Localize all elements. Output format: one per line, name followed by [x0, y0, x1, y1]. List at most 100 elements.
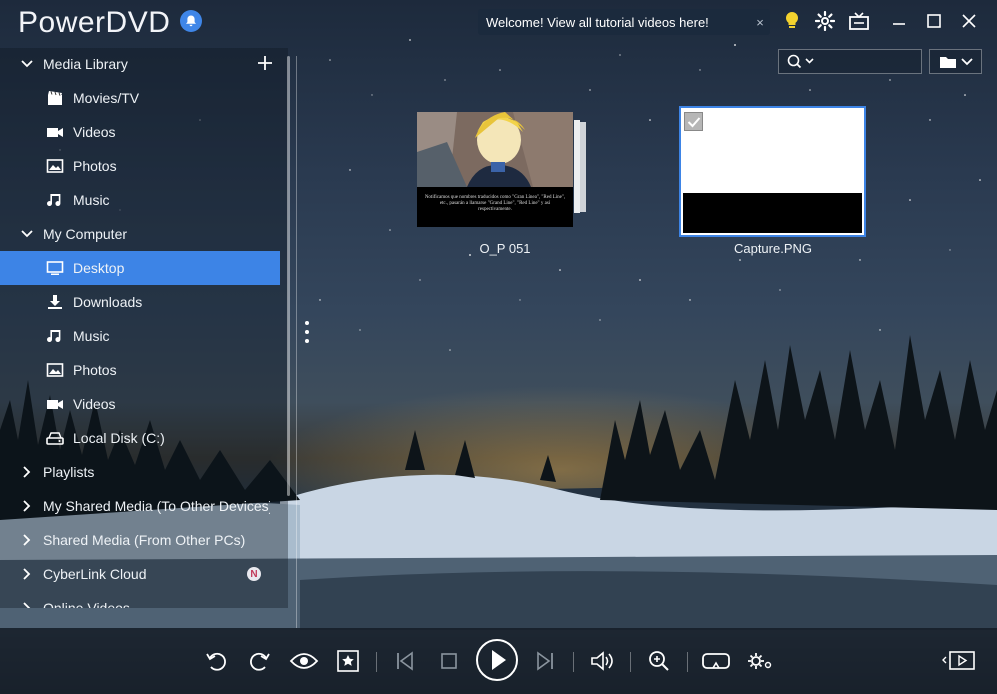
- sidebar-my-computer[interactable]: My Computer: [0, 217, 280, 251]
- zoom-icon[interactable]: [644, 646, 674, 676]
- rotate-left-icon[interactable]: [201, 646, 231, 676]
- sidebar-item-label[interactable]: Videos: [73, 124, 116, 140]
- stop-icon[interactable]: [434, 646, 464, 676]
- settings-icon[interactable]: [745, 646, 775, 676]
- sidebar-item-music[interactable]: Music: [0, 319, 280, 353]
- powerdvd-window: PowerDVD Welcome! View all tutorial vide…: [0, 0, 997, 694]
- tile-label[interactable]: Capture.PNG: [713, 241, 833, 256]
- sidebar-item-label[interactable]: Photos: [73, 158, 117, 174]
- photo-icon: [46, 363, 64, 377]
- mini-player-icon[interactable]: [940, 646, 978, 676]
- volume-icon[interactable]: [587, 646, 617, 676]
- resize-handle-icon[interactable]: [304, 320, 310, 344]
- player-controls: [0, 628, 997, 694]
- separator: [687, 652, 688, 672]
- checkbox-checked[interactable]: [684, 112, 703, 131]
- search-box[interactable]: [778, 49, 922, 74]
- sidebar-media-library[interactable]: Media Library: [0, 48, 280, 81]
- chevron-right-icon[interactable]: [20, 601, 34, 608]
- movies-icon: [48, 91, 62, 105]
- sidebar-section-label[interactable]: My Shared Media (To Other Devices): [43, 498, 270, 514]
- chevron-right-icon[interactable]: [20, 465, 34, 479]
- separator: [376, 652, 377, 672]
- sidebar-item-label[interactable]: Music: [73, 328, 110, 344]
- sidebar-section-label[interactable]: Playlists: [43, 464, 94, 480]
- music-icon: [47, 330, 61, 343]
- sidebar-item-local-disk[interactable]: Local Disk (C:): [0, 421, 280, 455]
- tutorial-close-icon[interactable]: ×: [750, 15, 770, 30]
- app-title: PowerDVD: [18, 6, 171, 39]
- disk-icon: [46, 432, 64, 445]
- separator: [630, 652, 631, 672]
- download-icon: [48, 295, 62, 309]
- sidebar-item-music[interactable]: Music: [0, 183, 280, 217]
- sidebar-section-label[interactable]: Online Videos: [43, 600, 130, 608]
- sidebar-item-photos[interactable]: Photos: [0, 149, 280, 183]
- gear-icon[interactable]: [813, 9, 837, 33]
- folder-icon: [939, 56, 956, 68]
- eye-icon[interactable]: [287, 646, 321, 676]
- bell-icon[interactable]: [180, 10, 202, 32]
- sidebar-my-shared-media[interactable]: My Shared Media (To Other Devices): [0, 489, 270, 523]
- search-icon[interactable]: [787, 54, 817, 69]
- sidebar-item-label[interactable]: Music: [73, 192, 110, 208]
- sidebar-item-movies-tv[interactable]: Movies/TV: [0, 81, 280, 115]
- chevron-right-icon[interactable]: [20, 533, 34, 547]
- sidebar-item-desktop[interactable]: Desktop: [0, 251, 280, 285]
- maximize-icon[interactable]: [922, 9, 946, 33]
- media-tile[interactable]: Notificamos que nombres traducidos como …: [417, 112, 573, 227]
- sidebar-playlists[interactable]: Playlists: [0, 455, 280, 489]
- sidebar-cyberlink-cloud[interactable]: CyberLink Cloud: [0, 557, 280, 591]
- lightbulb-icon[interactable]: [780, 9, 804, 33]
- sidebar-online-videos[interactable]: Online Videos: [0, 591, 280, 608]
- video-icon: [47, 128, 63, 137]
- sidebar-shared-media[interactable]: Shared Media (From Other PCs): [0, 523, 280, 557]
- new-badge: N: [247, 567, 261, 581]
- chevron-down-icon: [960, 57, 973, 65]
- chevron-right-icon[interactable]: [20, 567, 34, 581]
- sidebar-section-label[interactable]: CyberLink Cloud: [43, 566, 147, 582]
- sidebar-item-label[interactable]: Movies/TV: [73, 90, 139, 106]
- chevron-right-icon[interactable]: [20, 499, 34, 513]
- minimize-icon[interactable]: [887, 9, 911, 33]
- sidebar-item-label[interactable]: Desktop: [73, 260, 124, 276]
- tile-label[interactable]: O_P 051: [445, 241, 565, 256]
- tutorial-text[interactable]: Welcome! View all tutorial videos here!: [478, 15, 750, 30]
- separator: [573, 652, 574, 672]
- sidebar-section-label[interactable]: Shared Media (From Other PCs): [43, 532, 245, 548]
- photo-icon: [46, 159, 64, 173]
- video-icon: [47, 400, 63, 409]
- rotate-right-icon[interactable]: [245, 646, 275, 676]
- next-icon[interactable]: [530, 646, 560, 676]
- thumbnail-caption: Notificamos que nombres traducidos como …: [424, 195, 566, 212]
- tv-mode-icon[interactable]: [847, 9, 871, 33]
- sidebar-item-downloads[interactable]: Downloads: [0, 285, 280, 319]
- close-icon[interactable]: [957, 9, 981, 33]
- vr-icon[interactable]: [700, 646, 732, 676]
- sidebar-item-label[interactable]: Local Disk (C:): [73, 430, 165, 446]
- sidebar-divider[interactable]: [296, 56, 297, 628]
- sidebar-scrollbar[interactable]: [287, 56, 290, 496]
- favorite-star-icon[interactable]: [333, 646, 363, 676]
- play-button[interactable]: [475, 638, 519, 682]
- music-icon: [47, 194, 61, 207]
- add-icon[interactable]: [255, 53, 275, 73]
- chevron-down-icon[interactable]: [20, 227, 34, 241]
- tutorial-banner[interactable]: Welcome! View all tutorial videos here! …: [478, 9, 770, 35]
- thumbnail-dark-area: [683, 193, 862, 233]
- previous-icon[interactable]: [390, 646, 420, 676]
- thumbnail[interactable]: Notificamos que nombres traducidos como …: [417, 112, 573, 227]
- folder-dropdown-button[interactable]: [929, 49, 982, 74]
- sidebar-item-videos[interactable]: Videos: [0, 115, 280, 149]
- sidebar-item-label[interactable]: Videos: [73, 396, 116, 412]
- sidebar-item-label[interactable]: Downloads: [73, 294, 142, 310]
- media-tile-selected[interactable]: [679, 106, 866, 237]
- sidebar-item-videos[interactable]: Videos: [0, 387, 280, 421]
- checkmark-icon: [687, 116, 700, 127]
- play-icon[interactable]: [475, 638, 519, 682]
- sidebar-item-photos[interactable]: Photos: [0, 353, 280, 387]
- sidebar-section-label[interactable]: My Computer: [43, 226, 127, 242]
- sidebar-section-label[interactable]: Media Library: [43, 56, 128, 72]
- sidebar-item-label[interactable]: Photos: [73, 362, 117, 378]
- chevron-down-icon[interactable]: [20, 57, 34, 71]
